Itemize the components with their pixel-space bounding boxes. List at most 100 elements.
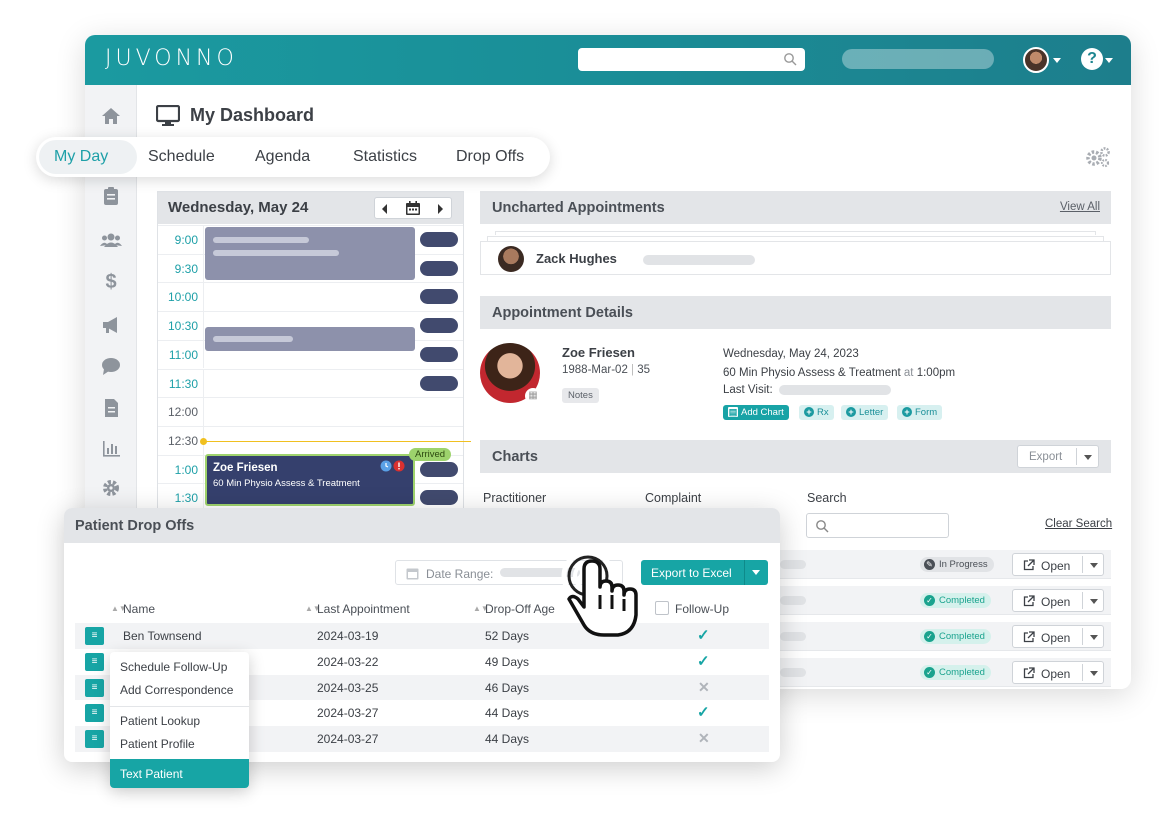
- uncharted-appointment-row[interactable]: Zack Hughes: [480, 241, 1111, 275]
- megaphone-icon[interactable]: [100, 314, 122, 336]
- chevron-left-icon[interactable]: [381, 204, 389, 214]
- column-last-appointment[interactable]: Last Appointment: [317, 602, 410, 616]
- complaint-label: Complaint: [645, 491, 702, 505]
- brand-logo[interactable]: JUVONNO: [105, 46, 238, 71]
- chevron-down-icon[interactable]: [1090, 671, 1098, 676]
- search-icon: [784, 53, 797, 66]
- practitioner-slot-pill[interactable]: [420, 461, 458, 477]
- view-all-link[interactable]: View All: [1060, 201, 1100, 213]
- clear-search-link[interactable]: Clear Search: [1045, 518, 1112, 530]
- calendar-appointment[interactable]: [205, 227, 415, 280]
- calendar-icon[interactable]: [405, 201, 421, 216]
- calendar-appointment[interactable]: [205, 327, 415, 351]
- current-time-line: [203, 441, 471, 442]
- chart-search-input[interactable]: [806, 513, 949, 538]
- row-menu-button[interactable]: ≡: [85, 730, 104, 749]
- drop-off-age: 44 Days: [485, 732, 530, 747]
- menu-item-add-correspondence[interactable]: Add Correspondence: [120, 683, 233, 697]
- dollar-icon[interactable]: $: [100, 271, 122, 293]
- practitioner-slot-pill[interactable]: [420, 318, 458, 334]
- practitioner-slot-pill[interactable]: [420, 490, 458, 506]
- time-slot[interactable]: 11:30: [158, 368, 463, 398]
- practitioner-slot-pill[interactable]: [420, 346, 458, 362]
- drop-off-age: 44 Days: [485, 706, 530, 721]
- row-menu-button[interactable]: ≡: [85, 704, 104, 723]
- clock-alert-icons: [380, 460, 405, 472]
- menu-item-schedule-follow-up[interactable]: Schedule Follow-Up: [120, 660, 227, 674]
- notes-chip[interactable]: Notes: [562, 388, 599, 403]
- status-badge: ✓ Completed: [920, 629, 991, 644]
- table-row[interactable]: ≡ Ben Townsend 2024-03-19 52 Days ✓: [75, 623, 769, 649]
- chart-icon[interactable]: [100, 437, 122, 459]
- avatar: [498, 246, 524, 272]
- practitioner-slot-pill[interactable]: [420, 260, 458, 276]
- at-label: at: [903, 367, 914, 379]
- time-label: 12:00: [167, 405, 198, 420]
- practitioner-label: Practitioner: [483, 491, 547, 505]
- placeholder-bar: [779, 385, 891, 395]
- practitioner-slot-pill[interactable]: [420, 289, 458, 305]
- menu-item-patient-profile[interactable]: Patient Profile: [120, 737, 195, 751]
- plus-icon: +: [846, 407, 856, 417]
- external-link-icon: [1023, 595, 1035, 607]
- chevron-right-icon[interactable]: [437, 204, 445, 214]
- form-button[interactable]: + Form: [897, 405, 943, 420]
- settings-gears-icon[interactable]: [1085, 146, 1111, 168]
- hand-cursor-icon: [561, 549, 638, 637]
- row-menu-button[interactable]: ≡: [85, 652, 104, 671]
- tab-drop-offs[interactable]: Drop Offs: [456, 148, 524, 166]
- column-name[interactable]: Name: [123, 602, 155, 616]
- users-icon[interactable]: [100, 229, 122, 251]
- location-selector[interactable]: [842, 49, 994, 69]
- gear-icon[interactable]: [100, 477, 122, 499]
- menu-item-patient-lookup[interactable]: Patient Lookup: [120, 714, 200, 728]
- row-menu-button[interactable]: ≡: [85, 678, 104, 697]
- chevron-down-icon[interactable]: [1105, 58, 1113, 63]
- time-label: 10:00: [167, 290, 198, 305]
- chevron-down-icon[interactable]: [1090, 599, 1098, 604]
- tab-schedule[interactable]: Schedule: [148, 148, 215, 166]
- drop-off-age: 46 Days: [485, 680, 530, 695]
- open-chart-button[interactable]: Open: [1012, 661, 1104, 684]
- tab-statistics[interactable]: Statistics: [353, 148, 417, 166]
- arrived-badge: Arrived: [409, 448, 452, 461]
- plus-icon: +: [902, 407, 912, 417]
- rx-button[interactable]: + Rx: [799, 405, 834, 420]
- follow-up-checkbox[interactable]: [655, 601, 669, 615]
- column-drop-off-age[interactable]: Drop-Off Age: [485, 602, 555, 616]
- patient-name: Ben Townsend: [123, 629, 202, 643]
- day-calendar: Wednesday, May 24 9:00 9:30 10:00 10:30 11:0…: [157, 191, 471, 551]
- document-icon[interactable]: [100, 397, 122, 419]
- add-chart-button[interactable]: ▤ Add Chart: [723, 405, 789, 420]
- user-avatar[interactable]: [1023, 47, 1049, 73]
- letter-button[interactable]: + Letter: [841, 405, 889, 420]
- time-slot[interactable]: 12:00: [158, 397, 463, 426]
- practitioner-slot-pill[interactable]: [420, 375, 458, 391]
- chevron-down-icon[interactable]: [752, 570, 760, 575]
- help-icon[interactable]: ?: [1081, 48, 1103, 70]
- calendar-appointment-zoe[interactable]: Arrived Zoe Friesen 60 Min Physio Assess…: [205, 448, 452, 506]
- home-icon[interactable]: [100, 105, 122, 127]
- placeholder-bar: [780, 632, 806, 641]
- open-chart-button[interactable]: Open: [1012, 625, 1104, 648]
- export-to-excel-button[interactable]: Export to Excel: [641, 560, 768, 585]
- chevron-down-icon[interactable]: [1090, 635, 1098, 640]
- column-follow-up[interactable]: Follow-Up: [675, 602, 729, 616]
- time-slot[interactable]: 10:00: [158, 282, 463, 312]
- tab-agenda[interactable]: Agenda: [255, 148, 310, 166]
- clipboard-icon[interactable]: [100, 185, 122, 207]
- export-dropdown[interactable]: Export: [1017, 445, 1099, 468]
- open-chart-button[interactable]: Open: [1012, 553, 1104, 576]
- global-search-input[interactable]: [578, 48, 805, 71]
- page-title: My Dashboard: [190, 105, 315, 125]
- open-chart-button[interactable]: Open: [1012, 589, 1104, 612]
- menu-item-text-patient[interactable]: Text Patient: [110, 759, 249, 788]
- tab-my-day[interactable]: My Day: [54, 148, 108, 166]
- panel-title: Patient Drop Offs: [75, 518, 195, 534]
- row-menu-button[interactable]: ≡: [85, 627, 104, 645]
- practitioner-slot-pill[interactable]: [420, 232, 458, 247]
- chat-icon[interactable]: [100, 355, 122, 377]
- chevron-down-icon[interactable]: [1090, 563, 1098, 568]
- chevron-down-icon[interactable]: [1053, 58, 1061, 63]
- time-label: 9:30: [174, 261, 198, 276]
